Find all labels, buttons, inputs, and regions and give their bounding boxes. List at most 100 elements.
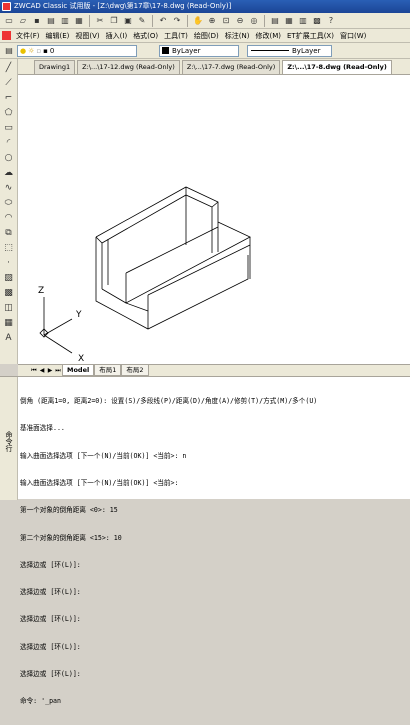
tool-palettes-icon[interactable]: ▥ bbox=[297, 15, 309, 27]
color-dropdown[interactable]: ByLayer bbox=[159, 44, 239, 57]
draw-toolbar: ╱ ⟋ ⌐ ⬠ ▭ ◜ ○ ☁ ∿ ⬭ ◠ ⧉ ⬚ · ▨ ▩ ◫ ▦ A bbox=[0, 59, 18, 364]
insert-block-icon[interactable]: ⧉ bbox=[3, 227, 15, 239]
ucs-y-label: Y bbox=[75, 310, 82, 320]
window-title: ZWCAD Classic 试用版 - [Z:\dwg\第17章\17-8.dw… bbox=[14, 2, 232, 10]
tab-layout2[interactable]: 布局2 bbox=[121, 365, 149, 376]
prev-tab-icon[interactable]: ◀ bbox=[38, 366, 46, 376]
table-icon[interactable]: ▦ bbox=[3, 317, 15, 329]
tab-17-7[interactable]: Z:\...\17-7.dwg (Read-Only) bbox=[181, 60, 281, 74]
mtext-icon[interactable]: A bbox=[3, 332, 15, 344]
last-tab-icon[interactable]: ⏭ bbox=[54, 366, 62, 376]
document-tabs: Drawing1 Z:\...\17-12.dwg (Read-Only) Z:… bbox=[18, 59, 410, 75]
command-window[interactable]: 命令行 倒角 (距离1=0, 距离2=0): 设置(S)/多段线(P)/距离(D… bbox=[0, 376, 410, 705]
cut-icon[interactable]: ✂ bbox=[94, 15, 106, 27]
make-block-icon[interactable]: ⬚ bbox=[3, 242, 15, 254]
standard-toolbar: ▭ ▱ ▪ ▤ ▥ ▦ ✂ ❐ ▣ ✎ ↶ ↷ ✋ ⊕ ⊡ ⊖ ◎ ▤ ▦ ▥ … bbox=[0, 13, 410, 29]
tab-17-12[interactable]: Z:\...\17-12.dwg (Read-Only) bbox=[77, 60, 180, 74]
menu-dimension[interactable]: 标注(N) bbox=[222, 29, 253, 42]
print-icon[interactable]: ▤ bbox=[45, 15, 57, 27]
pan-icon[interactable]: ✋ bbox=[192, 15, 204, 27]
linetype-sample bbox=[251, 50, 289, 51]
print-preview-icon[interactable]: ▥ bbox=[59, 15, 71, 27]
design-center-icon[interactable]: ▦ bbox=[283, 15, 295, 27]
command-prompt[interactable]: 命令: '_pan bbox=[20, 697, 408, 706]
command-line: 倒角 (距离1=0, 距离2=0): 设置(S)/多段线(P)/距离(D)/角度… bbox=[20, 397, 318, 406]
paste-icon[interactable]: ▣ bbox=[122, 15, 134, 27]
toolbar-divider bbox=[89, 14, 90, 27]
menu-modify[interactable]: 修改(M) bbox=[252, 29, 284, 42]
tab-model[interactable]: Model bbox=[62, 365, 95, 376]
menu-edit[interactable]: 编辑(E) bbox=[43, 29, 73, 42]
next-tab-icon[interactable]: ▶ bbox=[46, 366, 54, 376]
command-line: 输入曲面选择选项 [下一个(N)/当前(OK)] <当前>: n bbox=[20, 451, 187, 460]
tab-layout1[interactable]: 布局1 bbox=[94, 365, 122, 376]
command-window-label: 命令行 bbox=[0, 377, 18, 500]
linetype-value: ByLayer bbox=[292, 46, 321, 55]
menu-draw[interactable]: 绘图(D) bbox=[191, 29, 222, 42]
menu-file[interactable]: 文件(F) bbox=[13, 29, 43, 42]
properties-icon[interactable]: ▤ bbox=[269, 15, 281, 27]
polygon-icon[interactable]: ⬠ bbox=[3, 107, 15, 119]
redo-icon[interactable]: ↷ bbox=[171, 15, 183, 27]
hatch-icon[interactable]: ▨ bbox=[3, 272, 15, 284]
save-icon[interactable]: ▪ bbox=[31, 15, 43, 27]
polyline-icon[interactable]: ⌐ bbox=[3, 92, 15, 104]
ellipse-icon[interactable]: ⬭ bbox=[3, 197, 15, 209]
command-line: 第一个对象的倒角距离 <0>: 15 bbox=[20, 506, 118, 515]
drawing-canvas[interactable]: Z Y X bbox=[18, 75, 410, 364]
menu-tools[interactable]: 工具(T) bbox=[161, 29, 191, 42]
tab-17-8[interactable]: Z:\...\17-8.dwg (Read-Only) bbox=[282, 60, 392, 74]
rectangle-icon[interactable]: ▭ bbox=[3, 122, 15, 134]
title-bar: ZWCAD Classic 试用版 - [Z:\dwg\第17章\17-8.dw… bbox=[0, 0, 410, 13]
linetype-dropdown[interactable]: ByLayer bbox=[247, 44, 332, 57]
menu-format[interactable]: 格式(O) bbox=[130, 29, 161, 42]
command-line: 选择边或 [环(L)]: bbox=[20, 588, 81, 597]
ucs-z-label: Z bbox=[38, 286, 44, 296]
ucs-icon bbox=[39, 297, 73, 354]
command-line: 选择边或 [环(L)]: bbox=[20, 670, 81, 678]
new-file-icon[interactable]: ▭ bbox=[3, 15, 15, 27]
gradient-icon[interactable]: ▩ bbox=[3, 287, 15, 299]
match-properties-icon[interactable]: ✎ bbox=[136, 15, 148, 27]
calculator-icon[interactable]: ▩ bbox=[311, 15, 323, 27]
command-line: 第二个对象的倒角距离 <15>: 10 bbox=[20, 533, 122, 542]
layer-manager-icon[interactable]: ▤ bbox=[3, 45, 15, 57]
toolbar-divider bbox=[187, 14, 188, 27]
spline-icon[interactable]: ∿ bbox=[3, 182, 15, 194]
app-icon bbox=[2, 2, 11, 11]
command-line: 选择边或 [环(L)]: bbox=[20, 642, 81, 651]
line-icon[interactable]: ╱ bbox=[3, 62, 15, 74]
wireframe-model: Z Y X bbox=[38, 186, 251, 364]
publish-icon[interactable]: ▦ bbox=[73, 15, 85, 27]
zoom-realtime-icon[interactable]: ⊕ bbox=[206, 15, 218, 27]
menu-window[interactable]: 窗口(W) bbox=[337, 29, 369, 42]
open-file-icon[interactable]: ▱ bbox=[17, 15, 29, 27]
command-line: 选择边或 [环(L)]: bbox=[20, 560, 81, 569]
color-value: ByLayer bbox=[172, 46, 201, 55]
layer-dropdown[interactable]: ● ☼ ▫ ▪ 0 bbox=[17, 44, 137, 57]
app-menu-icon[interactable] bbox=[2, 31, 11, 40]
layout-tabs: ⏮ ◀ ▶ ⏭ Model 布局1 布局2 bbox=[18, 364, 410, 376]
menu-et-tools[interactable]: ET扩展工具(X) bbox=[284, 29, 337, 42]
construction-line-icon[interactable]: ⟋ bbox=[3, 77, 15, 89]
ellipse-arc-icon[interactable]: ◠ bbox=[3, 212, 15, 224]
point-icon[interactable]: · bbox=[3, 257, 15, 269]
undo-icon[interactable]: ↶ bbox=[157, 15, 169, 27]
toolbar-divider bbox=[152, 14, 153, 27]
zoom-extents-icon[interactable]: ◎ bbox=[248, 15, 260, 27]
arc-icon[interactable]: ◜ bbox=[3, 137, 15, 149]
properties-toolbar: ▤ ● ☼ ▫ ▪ 0 ByLayer ByLayer bbox=[0, 43, 410, 59]
lightbulb-icon: ● bbox=[20, 46, 27, 55]
zoom-previous-icon[interactable]: ⊖ bbox=[234, 15, 246, 27]
menu-view[interactable]: 视图(V) bbox=[72, 29, 102, 42]
revision-cloud-icon[interactable]: ☁ bbox=[3, 167, 15, 179]
help-icon[interactable]: ? bbox=[325, 15, 337, 27]
tab-drawing1[interactable]: Drawing1 bbox=[34, 60, 76, 74]
command-line: 基准面选择... bbox=[20, 424, 65, 433]
menu-insert[interactable]: 插入(I) bbox=[103, 29, 131, 42]
region-icon[interactable]: ◫ bbox=[3, 302, 15, 314]
copy-icon[interactable]: ❐ bbox=[108, 15, 120, 27]
zoom-window-icon[interactable]: ⊡ bbox=[220, 15, 232, 27]
circle-icon[interactable]: ○ bbox=[3, 152, 15, 164]
first-tab-icon[interactable]: ⏮ bbox=[30, 366, 38, 376]
